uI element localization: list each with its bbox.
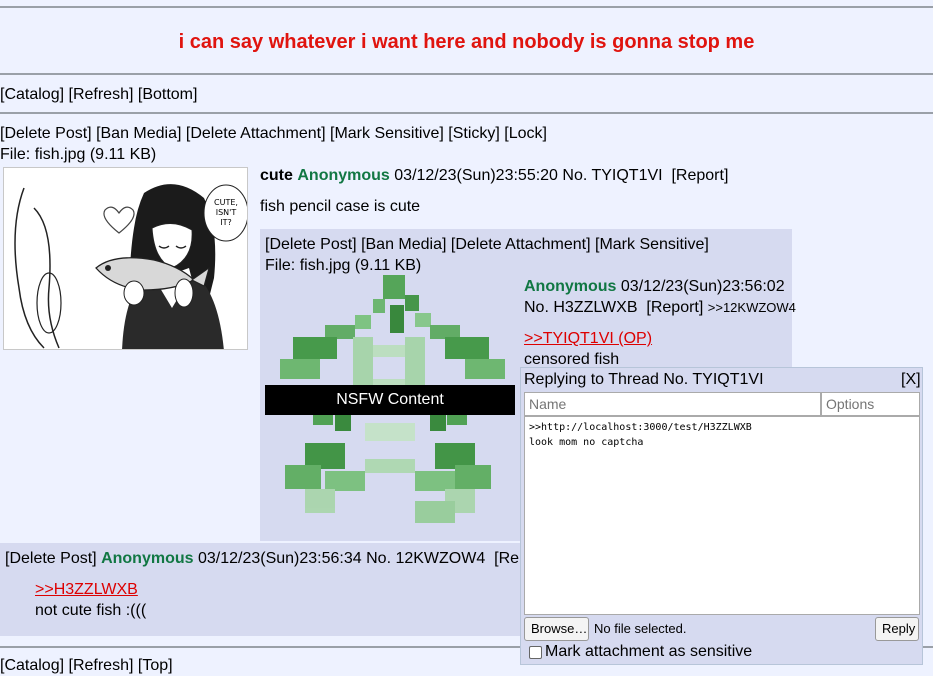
reply1-file-link[interactable]: fish.jpg: [300, 257, 351, 274]
reply1-file-info: File: fish.jpg (9.11 KB): [265, 256, 421, 276]
reply1-file-label: File:: [265, 257, 296, 274]
name-input[interactable]: [524, 392, 821, 416]
reply2-quote-line: >>H3ZZLWXB: [35, 580, 138, 600]
reply1-poster-name: Anonymous: [524, 278, 617, 295]
op-mod-actions: [Delete Post] [Ban Media] [Delete Attach…: [0, 124, 547, 144]
op-lock-button[interactable]: [Lock]: [504, 125, 547, 142]
top-link[interactable]: [Top]: [138, 657, 173, 674]
reply1-post-number[interactable]: No. H3ZZLWXB: [524, 299, 638, 316]
options-input[interactable]: [821, 392, 920, 416]
reply1-file-size: (9.11 KB): [354, 257, 422, 274]
reply1-datetime: 03/12/23(Sun)23:56:02: [620, 278, 785, 295]
reply1-mod-actions: [Delete Post] [Ban Media] [Delete Attach…: [265, 235, 709, 255]
reply2-quote-link[interactable]: >>H3ZZLWXB: [35, 581, 138, 598]
bottom-link[interactable]: [Bottom]: [138, 86, 198, 103]
reply2-datetime: 03/12/23(Sun)23:56:34: [197, 550, 362, 567]
manga-girl-fish-drawing: CUTE, ISN'T IT?: [4, 168, 247, 349]
quick-reply-panel[interactable]: Replying to Thread No. TYIQT1VI [X] Brow…: [520, 367, 923, 665]
op-sticky-button[interactable]: [Sticky]: [448, 125, 500, 142]
nav-separator: [0, 112, 933, 114]
reply1-report-link[interactable]: [Report]: [646, 299, 703, 316]
reply2-delete-post-button[interactable]: [Delete Post]: [5, 550, 97, 567]
svg-text:IT?: IT?: [220, 218, 232, 227]
op-file-link[interactable]: fish.jpg: [35, 146, 86, 163]
op-subject: cute: [260, 167, 293, 184]
op-mark-sensitive-button[interactable]: [Mark Sensitive]: [330, 125, 444, 142]
board-banner: i can say whatever i want here and nobod…: [178, 31, 755, 53]
reply1-ban-media-button[interactable]: [Ban Media]: [361, 236, 446, 253]
top-nav: [Catalog] [Refresh] [Bottom]: [0, 85, 197, 105]
reply1-delete-attachment-button[interactable]: [Delete Attachment]: [451, 236, 591, 253]
reply2-post-body: not cute fish :(((: [35, 602, 147, 619]
op-delete-post-button[interactable]: [Delete Post]: [0, 125, 92, 142]
browse-file-button[interactable]: Browse…: [524, 617, 589, 641]
op-datetime: 03/12/23(Sun)23:55:20: [394, 167, 558, 184]
reply1-backlink[interactable]: >>12KWZOW4: [708, 300, 796, 315]
op-ban-media-button[interactable]: [Ban Media]: [96, 125, 181, 142]
op-post-body: fish pencil case is cute: [260, 198, 421, 215]
op-file-label: File:: [0, 146, 31, 163]
op-post-header: cute Anonymous 03/12/23(Sun)23:55:20 No.…: [260, 166, 728, 186]
op-report-link[interactable]: [Report]: [671, 167, 728, 184]
op-poster-name: Anonymous: [297, 167, 390, 184]
reply2-poster-name: Anonymous: [101, 550, 194, 567]
reply1-post-header-line2: No. H3ZZLWXB [Report] >>12KWZOW4: [524, 298, 796, 318]
bottom-nav: [Catalog] [Refresh] [Top]: [0, 656, 173, 676]
svg-text:CUTE,: CUTE,: [214, 198, 238, 207]
op-file-info: File: fish.jpg (9.11 KB): [0, 145, 156, 165]
reply1-mark-sensitive-button[interactable]: [Mark Sensitive]: [595, 236, 709, 253]
comment-textarea[interactable]: [524, 416, 920, 615]
op-post-number[interactable]: No. TYIQT1VI: [562, 167, 662, 184]
nsfw-overlay-label[interactable]: NSFW Content: [265, 385, 515, 415]
reply1-delete-post-button[interactable]: [Delete Post]: [265, 236, 357, 253]
file-status-text: No file selected.: [594, 621, 687, 636]
reply1-post-header-line1: Anonymous 03/12/23(Sun)23:56:02: [524, 277, 785, 297]
reply1-censored-thumbnail[interactable]: NSFW Content: [265, 275, 515, 527]
refresh-link[interactable]: [Refresh]: [69, 86, 134, 103]
quick-reply-title[interactable]: Replying to Thread No. TYIQT1VI: [524, 370, 764, 390]
op-file-size: (9.11 KB): [89, 146, 157, 163]
reply1-op-quote[interactable]: >>TYIQT1VI (OP): [524, 330, 652, 347]
bottom-refresh-link[interactable]: [Refresh]: [69, 657, 134, 674]
quick-reply-close-button[interactable]: [X]: [901, 370, 921, 390]
op-delete-attachment-button[interactable]: [Delete Attachment]: [186, 125, 326, 142]
reply1-quote-link: >>TYIQT1VI (OP): [524, 329, 652, 349]
reply-submit-button[interactable]: Reply: [875, 617, 919, 641]
op-thumbnail-image[interactable]: CUTE, ISN'T IT?: [3, 167, 248, 350]
reply2-post-number[interactable]: No. 12KWZOW4: [366, 550, 485, 567]
reply2-post-header: [Delete Post] Anonymous 03/12/23(Sun)23:…: [5, 549, 537, 569]
svg-text:ISN'T: ISN'T: [216, 208, 237, 217]
mark-sensitive-checkbox[interactable]: [529, 646, 542, 659]
catalog-link[interactable]: [Catalog]: [0, 86, 64, 103]
reply-post-12kwzow4: [Delete Post] Anonymous 03/12/23(Sun)23:…: [0, 543, 537, 636]
bottom-catalog-link[interactable]: [Catalog]: [0, 657, 64, 674]
top-separator: [0, 6, 933, 8]
mark-sensitive-label[interactable]: Mark attachment as sensitive: [545, 642, 752, 662]
banner-separator: [0, 73, 933, 75]
